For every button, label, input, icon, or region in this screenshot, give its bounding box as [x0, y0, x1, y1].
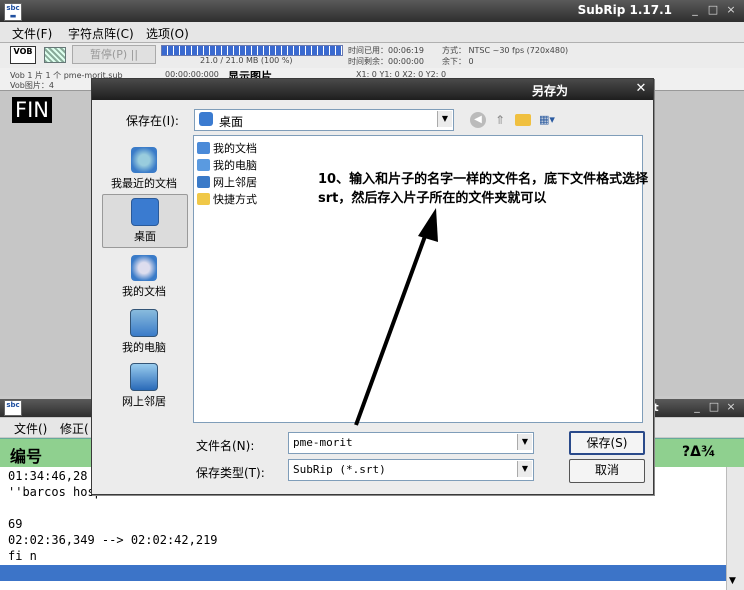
tutorial-arrow: [354, 208, 438, 426]
